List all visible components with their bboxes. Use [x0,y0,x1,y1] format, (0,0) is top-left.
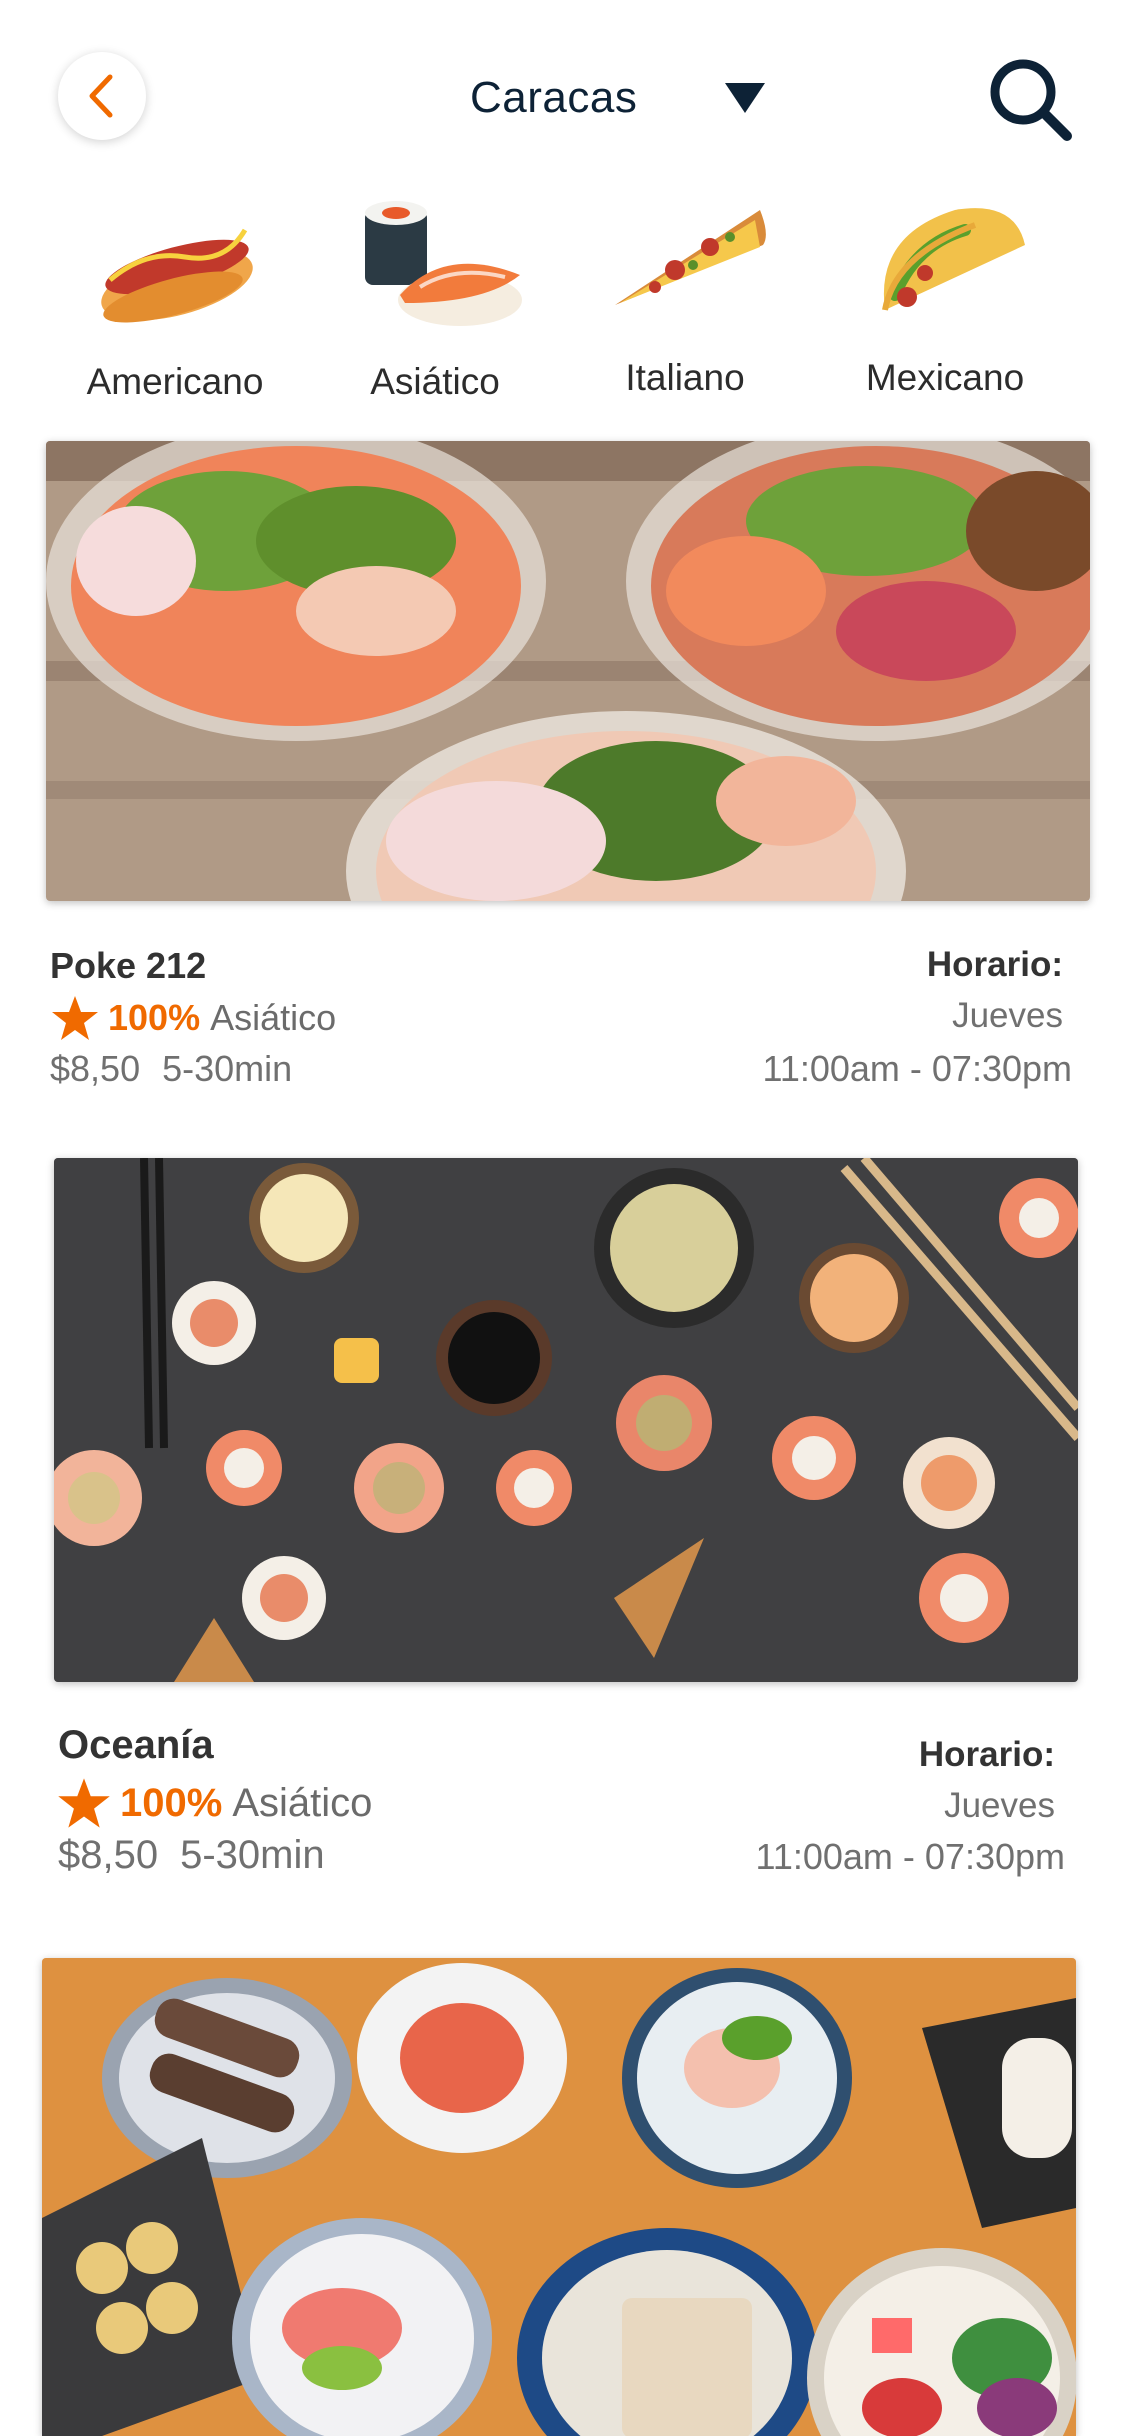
rating-percentage: 100% [120,1780,223,1825]
category-label: Mexicano [865,357,1025,398]
category-label: Americano [86,361,264,402]
schedule-title: Horario: [918,1735,1055,1774]
restaurant-photo-oceania[interactable] [54,1158,1078,1682]
search-icon [990,59,1072,141]
pizza-icon [615,210,766,305]
search-button[interactable] [985,54,1075,144]
category-americano[interactable]: Americano [45,185,305,415]
city-selector[interactable]: Caracas [470,68,766,128]
restaurant-photo-poke-212[interactable] [46,441,1090,901]
restaurant-rating-row: 100% Asiático [56,1776,372,1830]
price: $8,50 [58,1833,159,1877]
hotdog-icon [101,228,253,323]
poke-bowls-photo [46,441,1090,901]
restaurant-name: Poke 212 [50,945,207,986]
category-label: Italiano [625,357,745,398]
sushi-icon [365,201,522,326]
price: $8,50 [50,1048,141,1089]
top-bar: Caracas [0,0,1125,180]
star-icon [58,1778,110,1828]
cuisine-label: Asiático [210,997,337,1038]
delivery-time: 5-30min [162,1048,293,1089]
sushi-rolls-photo [54,1158,1078,1682]
restaurant-rating-row: 100% Asiático [50,994,336,1042]
schedule-hours: 11:00am - 07:30pm [755,1836,1065,1877]
category-asiatico[interactable]: Asiático [305,185,565,415]
chevron-left-icon [89,74,113,118]
category-mexicano[interactable]: Mexicano [815,185,1075,415]
cuisine-label: Asiático [232,1780,373,1825]
star-icon [52,996,98,1040]
food-platter-photo [42,1958,1076,2436]
schedule-day: Jueves [944,1786,1055,1825]
price-and-time: $8,50 5-30min [58,1833,325,1878]
back-button[interactable] [58,52,146,140]
restaurant-photo-third[interactable] [42,1958,1076,2436]
schedule-day: Jueves [952,996,1063,1035]
price-and-time: $8,50 5-30min [50,1048,292,1090]
category-label: Asiático [370,361,500,402]
schedule-hours: 11:00am - 07:30pm [762,1048,1072,1089]
schedule-title: Horario: [926,945,1063,984]
restaurant-name: Oceanía [58,1723,214,1767]
rating-percentage: 100% [108,997,201,1038]
city-label: Caracas [470,73,638,122]
taco-icon [882,208,1025,311]
delivery-time: 5-30min [180,1833,325,1877]
caret-down-icon [725,83,766,113]
category-strip: Americano Asiático Italiano Mexicano [0,185,1125,415]
category-italiano[interactable]: Italiano [555,185,815,415]
